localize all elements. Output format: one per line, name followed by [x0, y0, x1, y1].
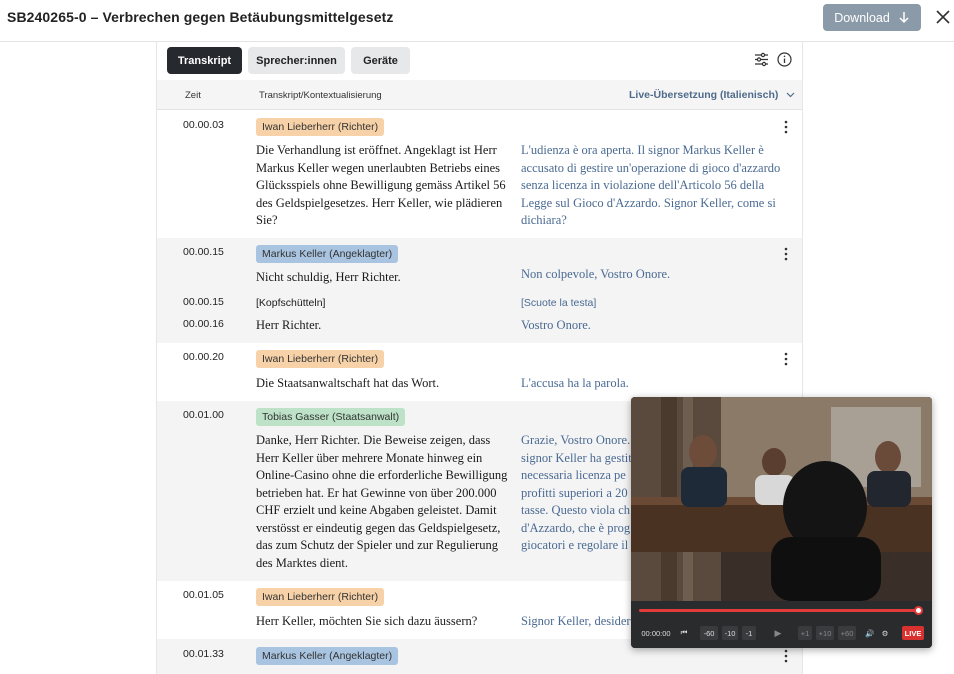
timestamp: 00.00.03 — [183, 119, 224, 131]
transcript-row: 00.00.15 Markus Keller (Angeklagter) Nic… — [157, 238, 802, 343]
timestamp: 00.01.05 — [183, 589, 224, 601]
translation-text: Non colpevole, Vostro Onore. — [521, 267, 671, 281]
speaker-badge[interactable]: Iwan Lieberherr (Richter) — [256, 588, 385, 606]
video-control-row: 00:00:00 ⏮ -60 -10 -1 ▶ +1 +10 +60 🔊 ⚙ L… — [638, 625, 928, 641]
courtroom-video-frame — [631, 397, 932, 601]
download-button[interactable]: Download — [823, 4, 921, 31]
timestamp: 00.01.00 — [183, 409, 224, 421]
transcript-text: Die Verhandlung ist eröffnet. Angeklagt … — [256, 143, 506, 227]
column-header: Zeit Transkript/Kontextualisierung Live-… — [157, 80, 802, 110]
tab-sprecher[interactable]: Sprecher:innen — [248, 47, 345, 74]
translation-text: Vostro Onore. — [521, 318, 591, 332]
more-options-icon[interactable] — [781, 120, 791, 134]
transcript-text: Herr Keller, möchten Sie sich dazu äusse… — [256, 614, 478, 628]
translation-text: L'accusa ha la parola. — [521, 376, 629, 390]
settings-sliders-icon[interactable] — [754, 52, 769, 67]
video-progress-bar[interactable] — [639, 609, 919, 612]
translation-text: Grazie, Vostro Onore. signor Keller ha g… — [521, 433, 632, 552]
play-icon[interactable]: ▶ — [772, 626, 784, 640]
info-icon[interactable] — [777, 52, 792, 67]
translation-text: L'udienza è ora aperta. Il signor Markus… — [521, 143, 781, 227]
more-options-icon[interactable] — [781, 649, 791, 663]
transcript-row: 00.00.20 Iwan Lieberherr (Richter) Die S… — [157, 343, 802, 401]
gear-icon[interactable]: ⚙ — [879, 626, 891, 640]
translation-language-label: Live-Übersetzung (Italienisch) — [629, 89, 779, 101]
transcript-text: Nicht schuldig, Herr Richter. — [256, 270, 401, 284]
transcript-text: Herr Richter. — [256, 318, 322, 332]
more-options-icon[interactable] — [781, 352, 791, 366]
more-options-icon[interactable] — [781, 247, 791, 261]
toolbar-icons — [754, 52, 792, 67]
speaker-badge[interactable]: Tobias Gasser (Staatsanwalt) — [256, 408, 406, 426]
forward-1-button[interactable]: +1 — [798, 626, 812, 640]
volume-icon[interactable]: 🔊 — [864, 626, 876, 640]
tab-transkript[interactable]: Transkript — [167, 47, 242, 74]
rewind-60-button[interactable]: -60 — [700, 626, 718, 640]
speaker-badge[interactable]: Iwan Lieberherr (Richter) — [256, 350, 385, 368]
left-gutter — [0, 42, 157, 674]
speaker-badge[interactable]: Iwan Lieberherr (Richter) — [256, 118, 385, 136]
page-title: SB240265-0 – Verbrechen gegen Betäubungs… — [7, 9, 394, 25]
video-timecode: 00:00:00 — [641, 628, 671, 638]
download-label: Download — [834, 10, 890, 25]
column-time: Zeit — [185, 90, 201, 101]
transcript-annotation: [Kopfschütteln] — [256, 297, 326, 309]
speaker-badge[interactable]: Markus Keller (Angeklagter) — [256, 647, 399, 665]
arrow-down-icon — [899, 12, 909, 24]
timestamp: 00.00.15 — [183, 296, 224, 308]
column-transcript: Transkript/Kontextualisierung — [259, 90, 382, 101]
timestamp: 00.01.33 — [183, 648, 224, 660]
live-badge[interactable]: LIVE — [902, 626, 924, 640]
translation-annotation: [Scuote la testa] — [521, 297, 597, 309]
timestamp: 00.00.20 — [183, 351, 224, 363]
close-icon[interactable] — [935, 9, 951, 25]
speaker-badge[interactable]: Markus Keller (Angeklagter) — [256, 245, 399, 263]
tab-bar: Transkript Sprecher:innen Geräte — [167, 47, 410, 74]
transcript-text: Die Staatsanwaltschaft hat das Wort. — [256, 376, 440, 390]
skip-start-icon[interactable]: ⏮ — [678, 626, 690, 640]
translation-text: Signor Keller, desider — [521, 614, 631, 628]
transcript-row: 00.00.03 Iwan Lieberherr (Richter) Die V… — [157, 111, 802, 238]
chevron-down-icon — [786, 92, 795, 98]
forward-60-button[interactable]: +60 — [838, 626, 856, 640]
video-controls: 00:00:00 ⏮ -60 -10 -1 ▶ +1 +10 +60 🔊 ⚙ L… — [631, 601, 932, 648]
tab-geraete[interactable]: Geräte — [351, 47, 410, 74]
timestamp: 00.00.15 — [183, 246, 224, 258]
timestamp: 00.00.16 — [183, 318, 224, 330]
video-player[interactable]: 00:00:00 ⏮ -60 -10 -1 ▶ +1 +10 +60 🔊 ⚙ L… — [631, 397, 932, 648]
translation-language-select[interactable]: Live-Übersetzung (Italienisch) — [629, 89, 795, 101]
rewind-1-button[interactable]: -1 — [742, 626, 756, 640]
forward-10-button[interactable]: +10 — [816, 626, 834, 640]
video-progress-knob[interactable] — [914, 606, 924, 615]
rewind-10-button[interactable]: -10 — [722, 626, 738, 640]
top-bar: SB240265-0 – Verbrechen gegen Betäubungs… — [0, 0, 954, 42]
transcript-text: Danke, Herr Richter. Die Beweise zeigen,… — [256, 433, 508, 570]
